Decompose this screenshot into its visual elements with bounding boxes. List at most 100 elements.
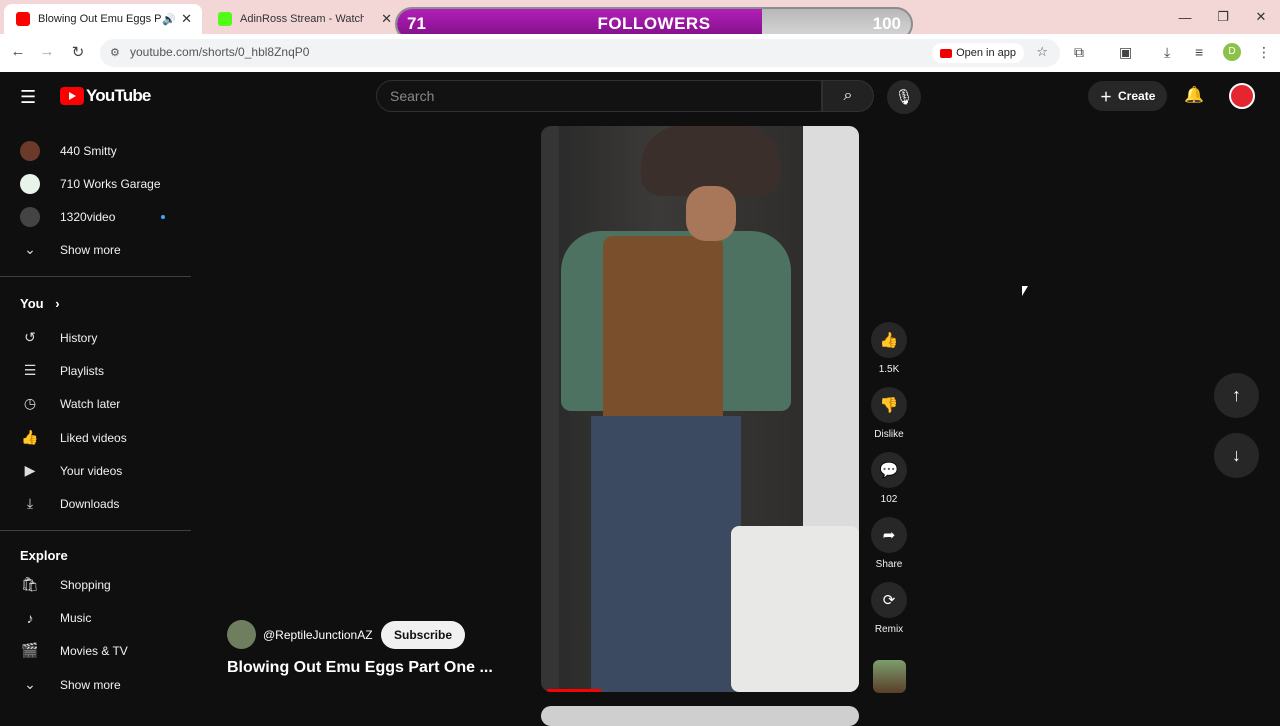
sidebar-item-your-videos[interactable]: ▶ Your videos xyxy=(0,454,191,487)
sidebar-item-label: 1320video xyxy=(60,209,116,224)
url-text[interactable]: youtube.com/shorts/0_hbl8ZnqP0 xyxy=(130,45,309,59)
tab-title: Blowing Out Emu Eggs Part One - YouTube xyxy=(38,13,162,25)
youtube-icon xyxy=(940,48,953,58)
hamburger-menu-icon[interactable]: ☰ xyxy=(20,87,36,108)
clock-icon: ◷ xyxy=(23,395,37,411)
sidebar-item-movies-tv[interactable]: 🎬 Movies & TV xyxy=(0,634,191,667)
music-note-icon: ♪ xyxy=(26,609,34,626)
show-more-subscriptions[interactable]: ⌄ Show more xyxy=(0,233,191,266)
video-progress-bar[interactable] xyxy=(547,689,602,692)
account-avatar[interactable] xyxy=(1229,83,1255,109)
media-control-icon[interactable]: ≡ xyxy=(1195,44,1203,60)
channel-avatar[interactable] xyxy=(227,620,256,649)
sidebar-item-label: Music xyxy=(60,610,92,625)
arrow-up-icon: ↑ xyxy=(1232,385,1241,405)
thumbs-down-icon: 👎 xyxy=(871,387,907,423)
subscribe-button[interactable]: Subscribe xyxy=(381,621,466,649)
sidebar-item-label: Playlists xyxy=(60,363,105,378)
cast-icon[interactable]: ▣ xyxy=(1119,44,1132,61)
sidebar-item-downloads[interactable]: ⤓ Downloads xyxy=(0,487,191,520)
show-more-explore[interactable]: ⌄ Show more xyxy=(0,668,191,701)
bookmark-star-icon[interactable]: ☆ xyxy=(1036,44,1048,60)
you-label: You xyxy=(20,296,44,311)
create-button[interactable]: ＋ Create xyxy=(1088,81,1168,111)
remix-label: Remix xyxy=(874,624,904,635)
sidebar-item-watch-later[interactable]: ◷ Watch later xyxy=(0,387,191,420)
close-tab-icon[interactable]: ✕ xyxy=(381,11,392,27)
create-label: Create xyxy=(1118,89,1156,103)
open-in-app-button[interactable]: Open in app xyxy=(932,43,1024,63)
sidebar-item-history[interactable]: ↺ History xyxy=(0,321,191,354)
omnibox[interactable]: ⚙ youtube.com/shorts/0_hbl8ZnqP0 Open in… xyxy=(100,39,1060,67)
sidebar-item-label: Your videos xyxy=(60,463,123,478)
search-button[interactable]: ⌕ xyxy=(822,80,874,112)
sidebar-item-shopping[interactable]: 🛍 Shopping xyxy=(0,568,191,601)
video-frame-sink xyxy=(731,526,859,692)
sidebar-channel-440-smitty[interactable]: 440 Smitty xyxy=(0,134,191,167)
tab-kick[interactable]: AdinRoss Stream - Watch Live on Kick ✕ xyxy=(206,4,402,34)
restore-icon[interactable]: ❐ xyxy=(1204,0,1242,34)
youtube-logo[interactable]: YouTube xyxy=(60,86,151,106)
search-input[interactable] xyxy=(377,81,821,111)
followers-goal: 100 xyxy=(872,14,901,33)
next-short-preview[interactable] xyxy=(541,706,859,726)
sidebar-item-label: Movies & TV xyxy=(60,643,128,658)
minimize-icon[interactable]: — xyxy=(1166,0,1204,34)
comment-count: 102 xyxy=(880,494,898,505)
you-section-heading[interactable]: You › xyxy=(20,296,60,311)
sidebar-item-label: 440 Smitty xyxy=(60,143,117,158)
chevron-down-icon: ⌄ xyxy=(24,241,36,257)
chrome-menu-icon[interactable]: ⋮ xyxy=(1257,44,1271,61)
profile-avatar[interactable]: D xyxy=(1223,43,1241,61)
previous-short-button[interactable]: ↑ xyxy=(1214,373,1259,418)
voice-search-button[interactable]: 🎙 xyxy=(887,80,921,114)
youtube-header: ☰ YouTube ⌕ 🎙 ＋ Create 🔔 xyxy=(0,72,1280,120)
new-content-dot xyxy=(161,214,165,219)
next-short-button[interactable]: ↓ xyxy=(1214,433,1259,478)
tab-youtube[interactable]: Blowing Out Emu Eggs Part One - YouTube … xyxy=(4,4,202,34)
channel-handle[interactable]: @ReptileJunctionAZ xyxy=(263,628,373,642)
search-icon: ⌕ xyxy=(843,87,853,104)
playlists-icon: ☰ xyxy=(23,362,37,378)
remix-button[interactable]: ⟳ Remix xyxy=(865,582,913,635)
share-label: Share xyxy=(875,559,903,570)
thumbs-up-icon: 👍 xyxy=(21,429,39,445)
video-icon: ▶ xyxy=(24,462,36,478)
kick-favicon-icon xyxy=(218,12,232,26)
sidebar-item-label: 710 Works Garage xyxy=(60,176,161,191)
download-icon[interactable]: ⤓ xyxy=(1164,44,1170,61)
sidebar-item-playlists[interactable]: ☰ Playlists xyxy=(0,354,191,387)
sound-thumbnail[interactable] xyxy=(873,660,906,693)
site-info-icon[interactable]: ⚙ xyxy=(110,46,120,59)
open-in-app-label: Open in app xyxy=(956,47,1016,59)
sidebar-channel-1320video[interactable]: 1320video xyxy=(0,200,191,233)
extensions-icon[interactable]: ⧉ xyxy=(1074,44,1084,61)
sidebar-item-label: Liked videos xyxy=(60,430,127,445)
sidebar-item-label: Shopping xyxy=(60,577,111,592)
comments-button[interactable]: 💬 102 xyxy=(865,452,913,505)
thumbs-up-icon: 👍 xyxy=(871,322,907,358)
dislike-button[interactable]: 👎 Dislike xyxy=(865,387,913,440)
chevron-right-icon: › xyxy=(55,296,60,311)
sidebar-channel-710-works-garage[interactable]: 710 Works Garage xyxy=(0,167,191,200)
close-tab-icon[interactable]: ✕ xyxy=(181,11,192,27)
speaker-icon[interactable]: 🔊 xyxy=(162,13,176,26)
like-button[interactable]: 👍 1.5K xyxy=(865,322,913,375)
reload-icon[interactable]: ↻ xyxy=(68,43,88,63)
sidebar-item-liked-videos[interactable]: 👍 Liked videos xyxy=(0,421,191,454)
close-window-icon[interactable]: ✕ xyxy=(1242,0,1280,34)
short-video-player[interactable] xyxy=(541,126,859,692)
share-button[interactable]: ➦ Share xyxy=(865,517,913,570)
forward-icon[interactable]: → xyxy=(37,43,57,63)
back-icon[interactable]: ← xyxy=(8,43,28,63)
sidebar: 440 Smitty 710 Works Garage 1320video ⌄ … xyxy=(0,120,191,720)
logo-text: YouTube xyxy=(86,86,151,105)
sidebar-item-music[interactable]: ♪ Music xyxy=(0,601,191,634)
show-more-label: Show more xyxy=(60,677,121,692)
search-box xyxy=(376,80,822,112)
notifications-bell-icon[interactable]: 🔔 xyxy=(1184,85,1204,105)
tab-title: AdinRoss Stream - Watch Live on Kick xyxy=(240,13,364,25)
microphone-icon: 🎙 xyxy=(894,89,914,106)
show-more-label: Show more xyxy=(60,242,121,257)
comment-icon: 💬 xyxy=(871,452,907,488)
